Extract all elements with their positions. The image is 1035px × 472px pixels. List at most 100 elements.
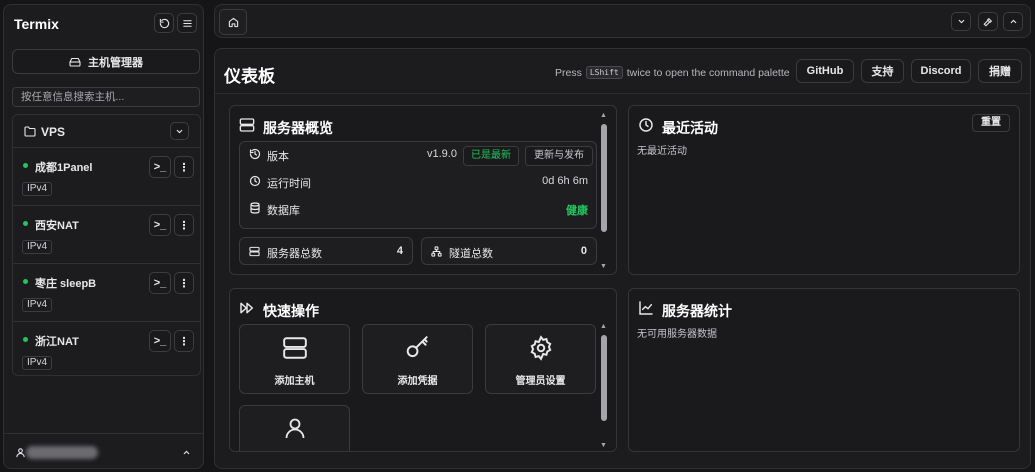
host-item[interactable]: 枣庄 sleepB IPv4 >_ ⋮ <box>13 264 200 322</box>
host-name: 浙江NAT <box>35 336 79 348</box>
status-online-dot <box>23 337 28 342</box>
more-vertical-icon: ⋮ <box>178 161 190 174</box>
host-item[interactable]: 浙江NAT IPv4 >_ ⋮ <box>13 322 200 375</box>
quick-actions-card: 快速操作 添加主机 添加凭据 管理员设置 ▲ ▼ <box>229 288 617 452</box>
chevron-up-icon <box>1010 19 1016 24</box>
add-credential-label: 添加凭据 <box>397 376 438 387</box>
total-tunnels-label: 隧道总数 <box>449 248 493 260</box>
admin-settings-label: 管理员设置 <box>515 376 566 387</box>
gear-icon <box>530 335 551 361</box>
menu-button[interactable] <box>177 13 197 33</box>
updates-releases-button[interactable]: 更新与发布 <box>525 146 593 166</box>
hint-key: LShift <box>585 66 623 79</box>
github-button[interactable]: GitHub <box>796 59 854 83</box>
tabs-dropdown-button[interactable] <box>951 12 971 31</box>
chevron-up-icon <box>183 450 190 455</box>
discord-button[interactable]: Discord <box>911 59 971 83</box>
host-more-button[interactable]: ⋮ <box>174 272 194 294</box>
donate-button[interactable]: 捐赠 <box>978 59 1022 83</box>
user-menu[interactable] <box>4 433 203 470</box>
history-icon <box>249 148 261 160</box>
open-terminal-button[interactable]: >_ <box>149 156 171 178</box>
total-tunnels-value: 0 <box>580 245 587 257</box>
more-vertical-icon: ⋮ <box>178 277 190 290</box>
host-tag: IPv4 <box>22 356 53 370</box>
more-vertical-icon: ⋮ <box>178 219 190 232</box>
scroll-up-arrow[interactable]: ▲ <box>600 323 607 330</box>
tab-home[interactable] <box>219 9 247 35</box>
user-profile-action[interactable] <box>239 405 350 451</box>
hint-post: twice to open the command palette <box>626 66 790 79</box>
host-group: VPS 成都1Panel IPv4 >_ ⋮ 西安NAT IPv4 >_ ⋮ 枣… <box>12 114 201 376</box>
open-terminal-button[interactable]: >_ <box>149 214 171 236</box>
scroll-thumb[interactable] <box>601 124 607 232</box>
host-more-button[interactable]: ⋮ <box>174 156 194 178</box>
group-header[interactable]: VPS <box>13 115 200 148</box>
admin-settings-action[interactable]: 管理员设置 <box>485 324 596 394</box>
add-credential-action[interactable]: 添加凭据 <box>362 324 473 394</box>
host-search-input[interactable] <box>12 87 200 107</box>
total-servers-value: 4 <box>396 245 403 257</box>
scroll-down-arrow[interactable]: ▼ <box>600 263 607 270</box>
quick-actions-title: 快速操作 <box>263 303 319 319</box>
host-tag: IPv4 <box>22 240 53 254</box>
recent-activity-card: 最近活动 重置 无最近活动 <box>628 105 1020 275</box>
scroll-thumb[interactable] <box>601 335 607 421</box>
database-status: 健康 <box>566 205 588 217</box>
overview-scrollbar[interactable]: ▲ ▼ <box>600 112 608 270</box>
user-icon <box>285 418 304 439</box>
host-manager-button[interactable]: 主机管理器 <box>12 49 200 74</box>
host-item[interactable]: 西安NAT IPv4 >_ ⋮ <box>13 206 200 264</box>
clock-icon <box>249 175 261 187</box>
group-name: VPS <box>41 125 66 139</box>
host-manager-label: 主机管理器 <box>88 56 143 69</box>
open-terminal-button[interactable]: >_ <box>149 272 171 294</box>
database-label: 数据库 <box>267 205 300 217</box>
total-servers-label: 服务器总数 <box>267 248 322 260</box>
host-more-button[interactable]: ⋮ <box>174 214 194 236</box>
chart-line-icon <box>639 301 653 315</box>
tools-button[interactable] <box>978 12 998 31</box>
server-overview-title: 服务器概览 <box>263 120 333 136</box>
host-name: 成都1Panel <box>35 162 93 174</box>
hard-drive-icon <box>69 57 81 67</box>
open-terminal-button[interactable]: >_ <box>149 330 171 352</box>
refresh-button[interactable] <box>154 13 174 33</box>
network-icon <box>431 246 442 257</box>
total-tunnels-stat: 隧道总数 0 <box>421 237 597 265</box>
support-button[interactable]: 支持 <box>861 59 904 83</box>
brand-title: Termix <box>14 16 59 32</box>
server-info-box: 版本 v1.9.0 已是最新 更新与发布 运行时间 0d 6h 6m 数据库 健… <box>239 141 597 229</box>
server-stats-title: 服务器统计 <box>662 303 732 319</box>
database-icon <box>250 202 260 214</box>
status-online-dot <box>23 221 28 226</box>
host-item[interactable]: 成都1Panel IPv4 >_ ⋮ <box>13 148 200 206</box>
collapse-topbar-button[interactable] <box>1003 12 1023 31</box>
reset-activity-button[interactable]: 重置 <box>972 114 1010 132</box>
recent-activity-empty: 无最近活动 <box>637 146 687 157</box>
scroll-up-arrow[interactable]: ▲ <box>600 112 607 119</box>
host-tag: IPv4 <box>22 182 53 196</box>
header-divider <box>215 93 1030 94</box>
version-status-badge: 已是最新 <box>463 146 519 166</box>
quick-actions-scrollbar[interactable]: ▲ ▼ <box>600 323 608 449</box>
status-online-dot <box>23 163 28 168</box>
hint-pre: Press <box>555 66 582 79</box>
host-more-button[interactable]: ⋮ <box>174 330 194 352</box>
server-stats-card: 服务器统计 无可用服务器数据 <box>628 288 1020 452</box>
add-host-label: 添加主机 <box>274 376 315 387</box>
terminal-icon: >_ <box>153 161 167 173</box>
server-overview-card: 服务器概览 版本 v1.9.0 已是最新 更新与发布 运行时间 0d 6h 6m… <box>229 105 617 275</box>
group-collapse-button[interactable] <box>170 122 189 140</box>
database-row: 数据库 健康 <box>240 196 596 222</box>
sidebar: Termix 主机管理器 VPS 成都1Panel IPv4 >_ ⋮ 西安NA… <box>3 4 204 469</box>
recent-activity-title: 最近活动 <box>662 120 718 136</box>
scroll-down-arrow[interactable]: ▼ <box>600 442 607 449</box>
add-host-action[interactable]: 添加主机 <box>239 324 350 394</box>
menu-icon <box>182 19 192 27</box>
fast-forward-icon <box>240 302 254 314</box>
version-value: v1.9.0 <box>427 148 457 160</box>
user-icon <box>16 448 25 458</box>
clock-icon <box>639 118 653 132</box>
server-stats-empty: 无可用服务器数据 <box>637 329 717 340</box>
